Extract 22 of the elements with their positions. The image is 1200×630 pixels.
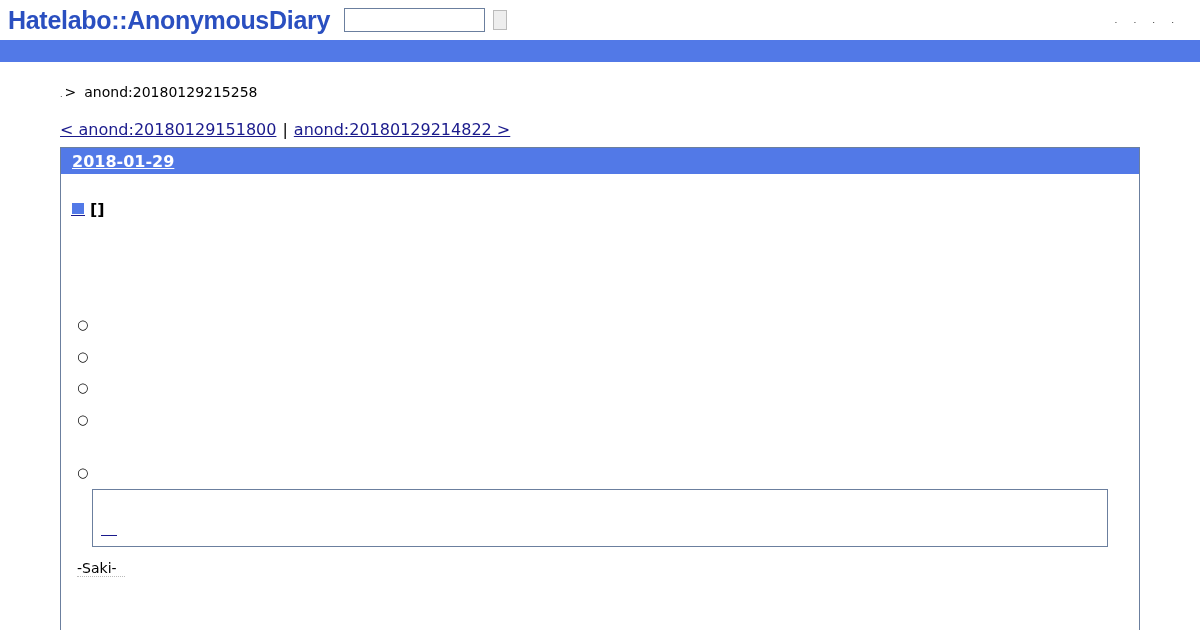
breadcrumb-current: anond:20180129215258 (84, 84, 258, 100)
signature: -Saki- (77, 560, 125, 577)
search-field[interactable] (344, 8, 485, 32)
square-icon[interactable] (71, 203, 85, 216)
list-bullet: ○ (77, 411, 89, 427)
list-bullet: ○ (77, 465, 89, 480)
menu-link[interactable]: . (1171, 15, 1174, 25)
menu-link[interactable]: . (1133, 15, 1137, 25)
pager-divider: | (282, 120, 288, 139)
empty-link[interactable] (101, 534, 117, 536)
menu-link[interactable]: . (1152, 15, 1156, 25)
home-link[interactable]: . (60, 90, 63, 99)
date-link[interactable]: 2018-01-29 (72, 151, 175, 171)
site-logo[interactable]: Hatelabo::AnonymousDiary (8, 5, 330, 35)
previous-entry-link[interactable]: < anond:20180129151800 (60, 120, 277, 139)
list-bullet: ○ (77, 348, 89, 364)
breadcrumb-separator: > (64, 84, 77, 100)
list-bullet: ○ (77, 317, 89, 332)
list-bullet: ○ (77, 380, 89, 395)
menu-link[interactable]: . (1114, 15, 1118, 25)
next-entry-link[interactable]: anond:20180129214822 > (293, 120, 511, 139)
section-title: [] (90, 200, 105, 219)
